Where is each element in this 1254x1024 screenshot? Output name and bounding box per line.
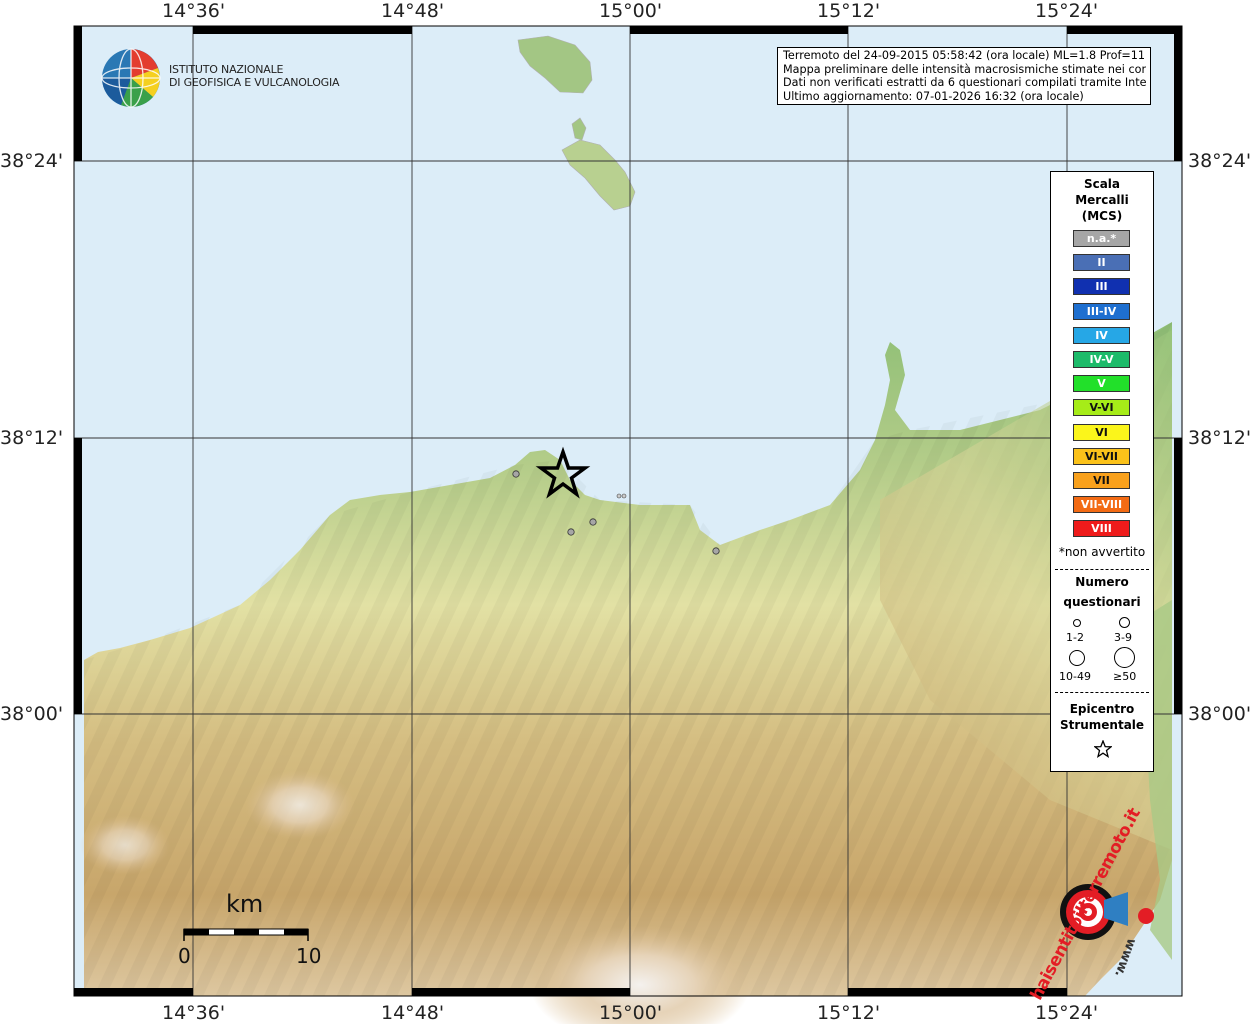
scale-unit: km <box>226 890 264 918</box>
legend-swatch: n.a.* <box>1073 230 1130 247</box>
lon-label-bottom: 14°48' <box>381 1002 445 1024</box>
lon-label-bottom: 15°00' <box>599 1002 663 1024</box>
legend-count-title: questionari <box>1063 595 1141 609</box>
lon-label-bottom: 15°24' <box>1035 1002 1099 1024</box>
legend-epi-title: Epicentro <box>1069 702 1135 716</box>
institute-name-line1: ISTITUTO NAZIONALE <box>169 63 284 76</box>
lat-label-right: 38°24' <box>1188 150 1252 172</box>
event-info-line: Terremoto del 24-09-2015 05:58:42 (ora l… <box>783 49 1146 62</box>
lon-label-top: 15°12' <box>817 0 881 22</box>
lon-label-top: 15°00' <box>599 0 663 22</box>
obs-point[interactable] <box>589 518 597 526</box>
lon-label-top: 14°36' <box>162 0 226 22</box>
legend-swatch: V <box>1073 375 1130 393</box>
legend-swatch: VI <box>1073 423 1130 441</box>
star-icon <box>1094 740 1112 758</box>
legend-swatch: VII-VIII <box>1073 496 1130 514</box>
lon-label-bottom: 15°12' <box>817 1002 881 1024</box>
scale-max: 10 <box>296 944 322 968</box>
mcs-legend: Scala Mercalli (MCS) n.a.* II III III-IV IV I… <box>1050 171 1154 772</box>
lat-label-left: 38°24' <box>0 150 64 172</box>
lat-label-left: 38°12' <box>0 427 64 449</box>
legend-note: *non avvertito <box>1058 545 1146 559</box>
globe-icon <box>101 48 161 108</box>
legend-circle-small <box>1073 619 1081 627</box>
lon-label-top: 14°48' <box>381 0 445 22</box>
institute-name: ISTITUTO NAZIONALE DI GEOFISICA E VULCAN… <box>169 63 340 89</box>
legend-swatch: IV <box>1073 326 1130 344</box>
legend-swatch: IV-V <box>1073 351 1130 368</box>
legend-epi-title: Strumentale <box>1059 718 1145 732</box>
legend-swatch: VII <box>1073 472 1130 489</box>
lat-label-right: 38°00' <box>1188 703 1252 725</box>
peak-west <box>80 815 170 875</box>
legend-title: Scala <box>1083 177 1121 191</box>
event-info-line: Ultimo aggiornamento: 07-01-2026 16:32 (… <box>783 89 1084 103</box>
obs-point[interactable] <box>616 493 622 499</box>
legend-swatch: V-VI <box>1073 399 1130 417</box>
lat-label-right: 38°12' <box>1188 427 1252 449</box>
lon-label-top: 15°24' <box>1035 0 1099 22</box>
legend-swatch: III-IV <box>1073 302 1130 320</box>
legend-swatch: II <box>1073 254 1130 272</box>
legend-divider <box>1055 692 1149 693</box>
legend-divider <box>1055 569 1149 570</box>
obs-point[interactable] <box>567 528 575 536</box>
legend-count-title: Numero <box>1075 575 1129 589</box>
peak-nebrodi <box>245 770 355 840</box>
event-info-box: Terremoto del 24-09-2015 05:58:42 (ora l… <box>777 47 1151 106</box>
scale-min: 0 <box>178 944 191 968</box>
legend-swatch: VIII <box>1073 520 1130 538</box>
legend-count-label: ≥50 <box>1113 670 1137 683</box>
event-info-line: Dati non verificati estratti da 6 questi… <box>783 76 1146 90</box>
legend-circle-large <box>1069 650 1085 666</box>
legend-circle-xlarge <box>1114 647 1135 668</box>
legend-title: Mercalli <box>1075 193 1129 207</box>
legend-circle-medium <box>1119 617 1130 628</box>
legend-count-label: 3-9 <box>1114 631 1132 644</box>
obs-point[interactable] <box>512 470 520 478</box>
event-info-line: Mappa preliminare delle intensità macros… <box>783 62 1146 76</box>
obs-point[interactable] <box>712 547 720 555</box>
lat-label-left: 38°00' <box>0 703 64 725</box>
legend-count-label: 10-49 <box>1059 670 1091 683</box>
legend-count-label: 1-2 <box>1066 631 1084 644</box>
legend-title: (MCS) <box>1081 209 1123 223</box>
institute-name-line2: DI GEOFISICA E VULCANOLOGIA <box>169 76 340 89</box>
lon-label-bottom: 14°36' <box>162 1002 226 1024</box>
obs-point[interactable] <box>621 493 627 499</box>
legend-swatch: III <box>1073 278 1130 296</box>
legend-swatch: VI-VII <box>1073 447 1130 465</box>
